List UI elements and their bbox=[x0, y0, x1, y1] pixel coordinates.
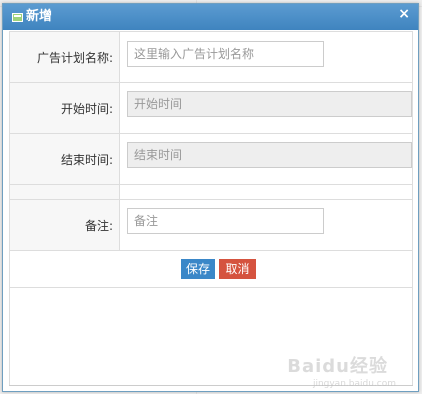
form-row-spacer bbox=[10, 184, 412, 199]
start-time-input[interactable] bbox=[127, 91, 412, 117]
remark-input[interactable] bbox=[127, 208, 324, 234]
baidu-watermark: Baidu经验 bbox=[287, 356, 388, 377]
plan-name-label: 广告计划名称: bbox=[36, 51, 113, 65]
dialog-titlebar[interactable]: 新增 × bbox=[3, 4, 418, 30]
dialog-content: 广告计划名称: 开始时间: 结束时间: bbox=[9, 31, 413, 385]
remark-label: 备注: bbox=[84, 219, 113, 233]
actions-divider bbox=[10, 287, 412, 288]
form-row-start-time: 开始时间: bbox=[10, 82, 412, 133]
add-dialog: 新增 × 广告计划名称: 开始时间: 结束时间: bbox=[2, 3, 419, 392]
screen: 新增 × 广告计划名称: 开始时间: 结束时间: bbox=[0, 0, 422, 394]
dialog-title: 新增 bbox=[26, 9, 53, 24]
form-row-plan-name: 广告计划名称: bbox=[10, 31, 412, 82]
form-label-cell: 广告计划名称: bbox=[10, 32, 120, 82]
save-button[interactable]: 保存 bbox=[181, 259, 215, 279]
close-icon[interactable]: × bbox=[398, 5, 410, 23]
end-time-label: 结束时间: bbox=[60, 153, 113, 167]
form-label-cell bbox=[10, 185, 120, 199]
cancel-button[interactable]: 取消 bbox=[219, 259, 256, 279]
plan-name-input[interactable] bbox=[127, 41, 324, 67]
form-label-cell: 结束时间: bbox=[10, 134, 120, 184]
form-row-actions bbox=[10, 250, 412, 251]
form-window-icon bbox=[12, 13, 23, 22]
form-row-end-time: 结束时间: bbox=[10, 133, 412, 184]
form-row-remark: 备注: bbox=[10, 199, 412, 250]
form-label-cell: 开始时间: bbox=[10, 83, 120, 133]
form-label-cell: 备注: bbox=[10, 200, 120, 250]
baidu-watermark-url: jingyan.baidu.com bbox=[312, 379, 396, 389]
end-time-input[interactable] bbox=[127, 142, 412, 168]
start-time-label: 开始时间: bbox=[60, 102, 113, 116]
